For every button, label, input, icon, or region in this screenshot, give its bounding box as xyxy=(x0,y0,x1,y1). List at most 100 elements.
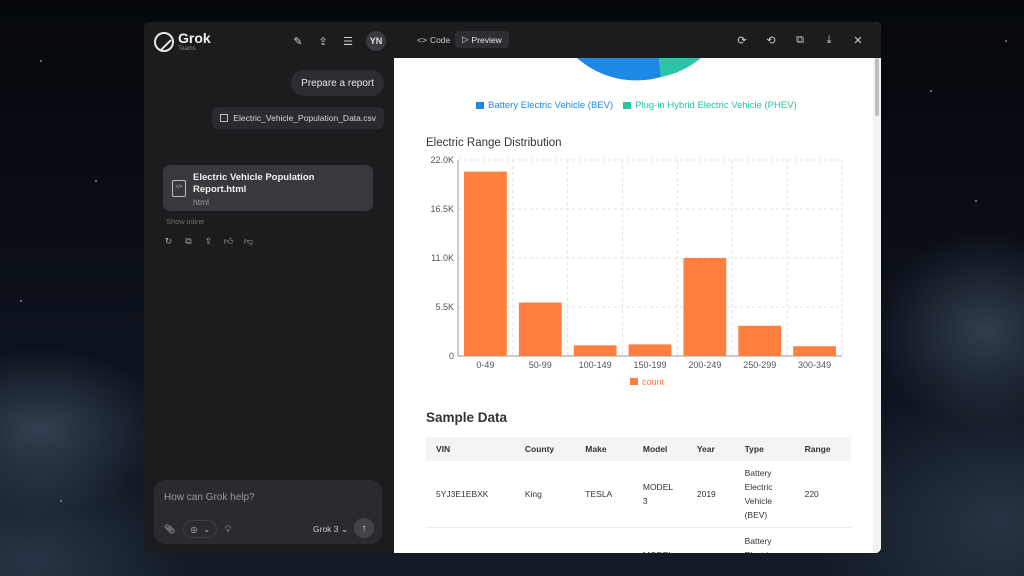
attachment-chip[interactable]: Electric_Vehicle_Population_Data.csv xyxy=(212,107,384,129)
table-header-row: VIN County Make Model Year Type Range xyxy=(426,437,851,461)
y-tick-label: 0 xyxy=(449,351,454,361)
cell-vin: 5YJ3E1EBXK xyxy=(426,461,515,528)
bar xyxy=(518,302,562,356)
tab-preview[interactable]: ▷ Preview xyxy=(455,31,509,48)
composer: 📎︎ ◎ ⌄ 💡︎ Grok 3 ⌄ ↑ xyxy=(154,480,382,544)
grok-logo: Grok Teams xyxy=(154,31,211,52)
x-tick-label: 250-299 xyxy=(743,360,776,370)
col-vin: VIN xyxy=(426,437,515,461)
preview-panel: <> Code ▷ Preview ⟳ ⟲ ⧉ ⤓ ✕ Battery Elec… xyxy=(394,22,881,553)
tab-code-label: Code xyxy=(429,34,451,45)
history-icon[interactable]: ☰ xyxy=(341,34,355,48)
range-bar-chart: 0 5.5K 11.0K 16.5K 22.0K 0-49 50-99 100-149 150-… xyxy=(430,155,843,387)
send-button[interactable]: ↑ xyxy=(354,518,374,538)
cell-range xyxy=(794,527,851,553)
col-type: Type xyxy=(734,437,795,461)
code-file-icon xyxy=(172,180,186,197)
pie-chart-fragment xyxy=(577,58,701,81)
x-tick-label: 150-199 xyxy=(633,360,666,370)
cell-make: TESLA xyxy=(575,461,633,528)
think-icon[interactable]: 💡︎ xyxy=(225,524,231,535)
y-tick-label: 16.5K xyxy=(430,204,454,214)
cell-model: MODEL xyxy=(632,527,687,553)
attach-icon[interactable]: 📎︎ xyxy=(164,524,175,535)
preview-toolbar: <> Code ▷ Preview ⟳ ⟲ ⧉ ⤓ ✕ xyxy=(394,22,881,58)
preview-actions: ⟳ ⟲ ⧉ ⤓ ✕ xyxy=(735,33,865,47)
scroll-thumb[interactable] xyxy=(875,58,879,116)
deepsearch-icon: ◎ xyxy=(190,524,198,534)
copy-icon[interactable]: ⧉ xyxy=(184,236,193,246)
app-window: Grok Teams ✎ ⇪ ☰ YN Prepare a report Ele… xyxy=(144,22,881,553)
thumbs-down-icon[interactable]: 👎︎ xyxy=(244,236,253,246)
chart-title: Electric Range Distribution xyxy=(426,137,562,149)
bar xyxy=(573,345,617,356)
chat-toolbar: ✎ ⇪ ☰ YN xyxy=(291,31,386,51)
legend-bev[interactable]: Battery Electric Vehicle (BEV) xyxy=(476,100,613,111)
table-row: 5YJ3E1EBXK King TESLA MODEL 3 2019 Batte… xyxy=(426,461,851,528)
x-tick-label: 100-149 xyxy=(579,360,612,370)
regenerate-icon[interactable]: ↻ xyxy=(164,236,173,246)
prompt-input[interactable] xyxy=(164,488,364,506)
logo-sub: Teams xyxy=(178,46,196,52)
legend-swatch xyxy=(630,378,638,385)
legend-label-phev: Plug-in Hybrid Electric Vehicle (PHEV) xyxy=(635,100,797,111)
legend-label-bev: Battery Electric Vehicle (BEV) xyxy=(488,100,614,111)
history-icon[interactable]: ⟲ xyxy=(764,33,778,47)
cell-year xyxy=(686,527,735,553)
col-range: Range xyxy=(794,437,851,461)
upload-icon[interactable]: ⇪ xyxy=(316,34,330,48)
message-actions: ↻ ⧉ ⇪ 👍︎ 👎︎ xyxy=(164,236,253,246)
legend-swatch-phev xyxy=(623,102,632,109)
deepsearch-toggle[interactable]: ◎ ⌄ xyxy=(183,520,218,538)
pie-slice-bev xyxy=(577,58,661,81)
artifact-card[interactable]: Electric Vehicle Population Report.html … xyxy=(163,165,373,211)
legend-phev[interactable]: Plug-in Hybrid Electric Vehicle (PHEV) xyxy=(623,100,797,111)
thumbs-up-icon[interactable]: 👍︎ xyxy=(224,236,233,246)
x-tick-label: 0-49 xyxy=(476,360,494,370)
x-tick-label: 300-349 xyxy=(798,360,831,370)
bar xyxy=(793,346,836,356)
chat-panel: Grok Teams ✎ ⇪ ☰ YN Prepare a report Ele… xyxy=(144,22,394,553)
edit-icon[interactable]: ✎ xyxy=(291,34,305,48)
cell-make xyxy=(575,527,633,553)
pie-slice-phev xyxy=(659,58,701,77)
download-icon[interactable]: ⤓ xyxy=(822,33,836,47)
col-make: Make xyxy=(575,437,633,461)
bar xyxy=(683,258,727,356)
table-row: MODEL Battery Electric xyxy=(426,527,851,553)
copy-icon[interactable]: ⧉ xyxy=(793,33,807,47)
artifact-title: Electric Vehicle Population Report.html xyxy=(193,172,315,195)
tab-preview-label: Preview xyxy=(471,34,502,45)
x-tick-label: 50-99 xyxy=(529,360,552,370)
close-icon[interactable]: ✕ xyxy=(851,33,865,47)
cell-county: King xyxy=(514,461,576,528)
grok-logo-icon xyxy=(154,31,174,52)
cell-vin xyxy=(426,527,515,553)
scrollbar[interactable] xyxy=(873,58,881,553)
share-icon[interactable]: ⇪ xyxy=(204,236,213,246)
sample-data-title: Sample Data xyxy=(426,410,508,425)
avatar[interactable]: YN xyxy=(366,31,386,51)
report-content: Battery Electric Vehicle (BEV) Plug-in H… xyxy=(394,58,881,553)
code-icon: <> xyxy=(417,34,427,45)
cell-county xyxy=(514,527,576,553)
bar xyxy=(738,325,782,356)
table-file-icon xyxy=(220,114,229,122)
pie-legend: Battery Electric Vehicle (BEV) Plug-in H… xyxy=(476,100,797,111)
chevron-down-icon: ⌄ xyxy=(203,524,211,534)
logo-name: Grok xyxy=(178,30,211,46)
cell-model: MODEL 3 xyxy=(632,461,687,528)
bar xyxy=(628,344,672,356)
legend-label: count xyxy=(642,377,665,387)
refresh-icon[interactable]: ⟳ xyxy=(735,33,749,47)
model-name: Grok 3 xyxy=(313,524,339,534)
sample-data-table: VIN County Make Model Year Type Range 5Y… xyxy=(426,437,851,553)
x-tick-label: 200-249 xyxy=(688,360,721,370)
model-selector[interactable]: Grok 3 ⌄ xyxy=(313,524,348,535)
col-model: Model xyxy=(632,437,687,461)
cell-range: 220 xyxy=(794,461,851,528)
play-icon: ▷ xyxy=(462,34,469,44)
show-inline-link[interactable]: Show inline xyxy=(166,217,204,226)
tab-code[interactable]: <> Code xyxy=(410,31,457,48)
attachment-name: Electric_Vehicle_Population_Data.csv xyxy=(233,113,376,123)
